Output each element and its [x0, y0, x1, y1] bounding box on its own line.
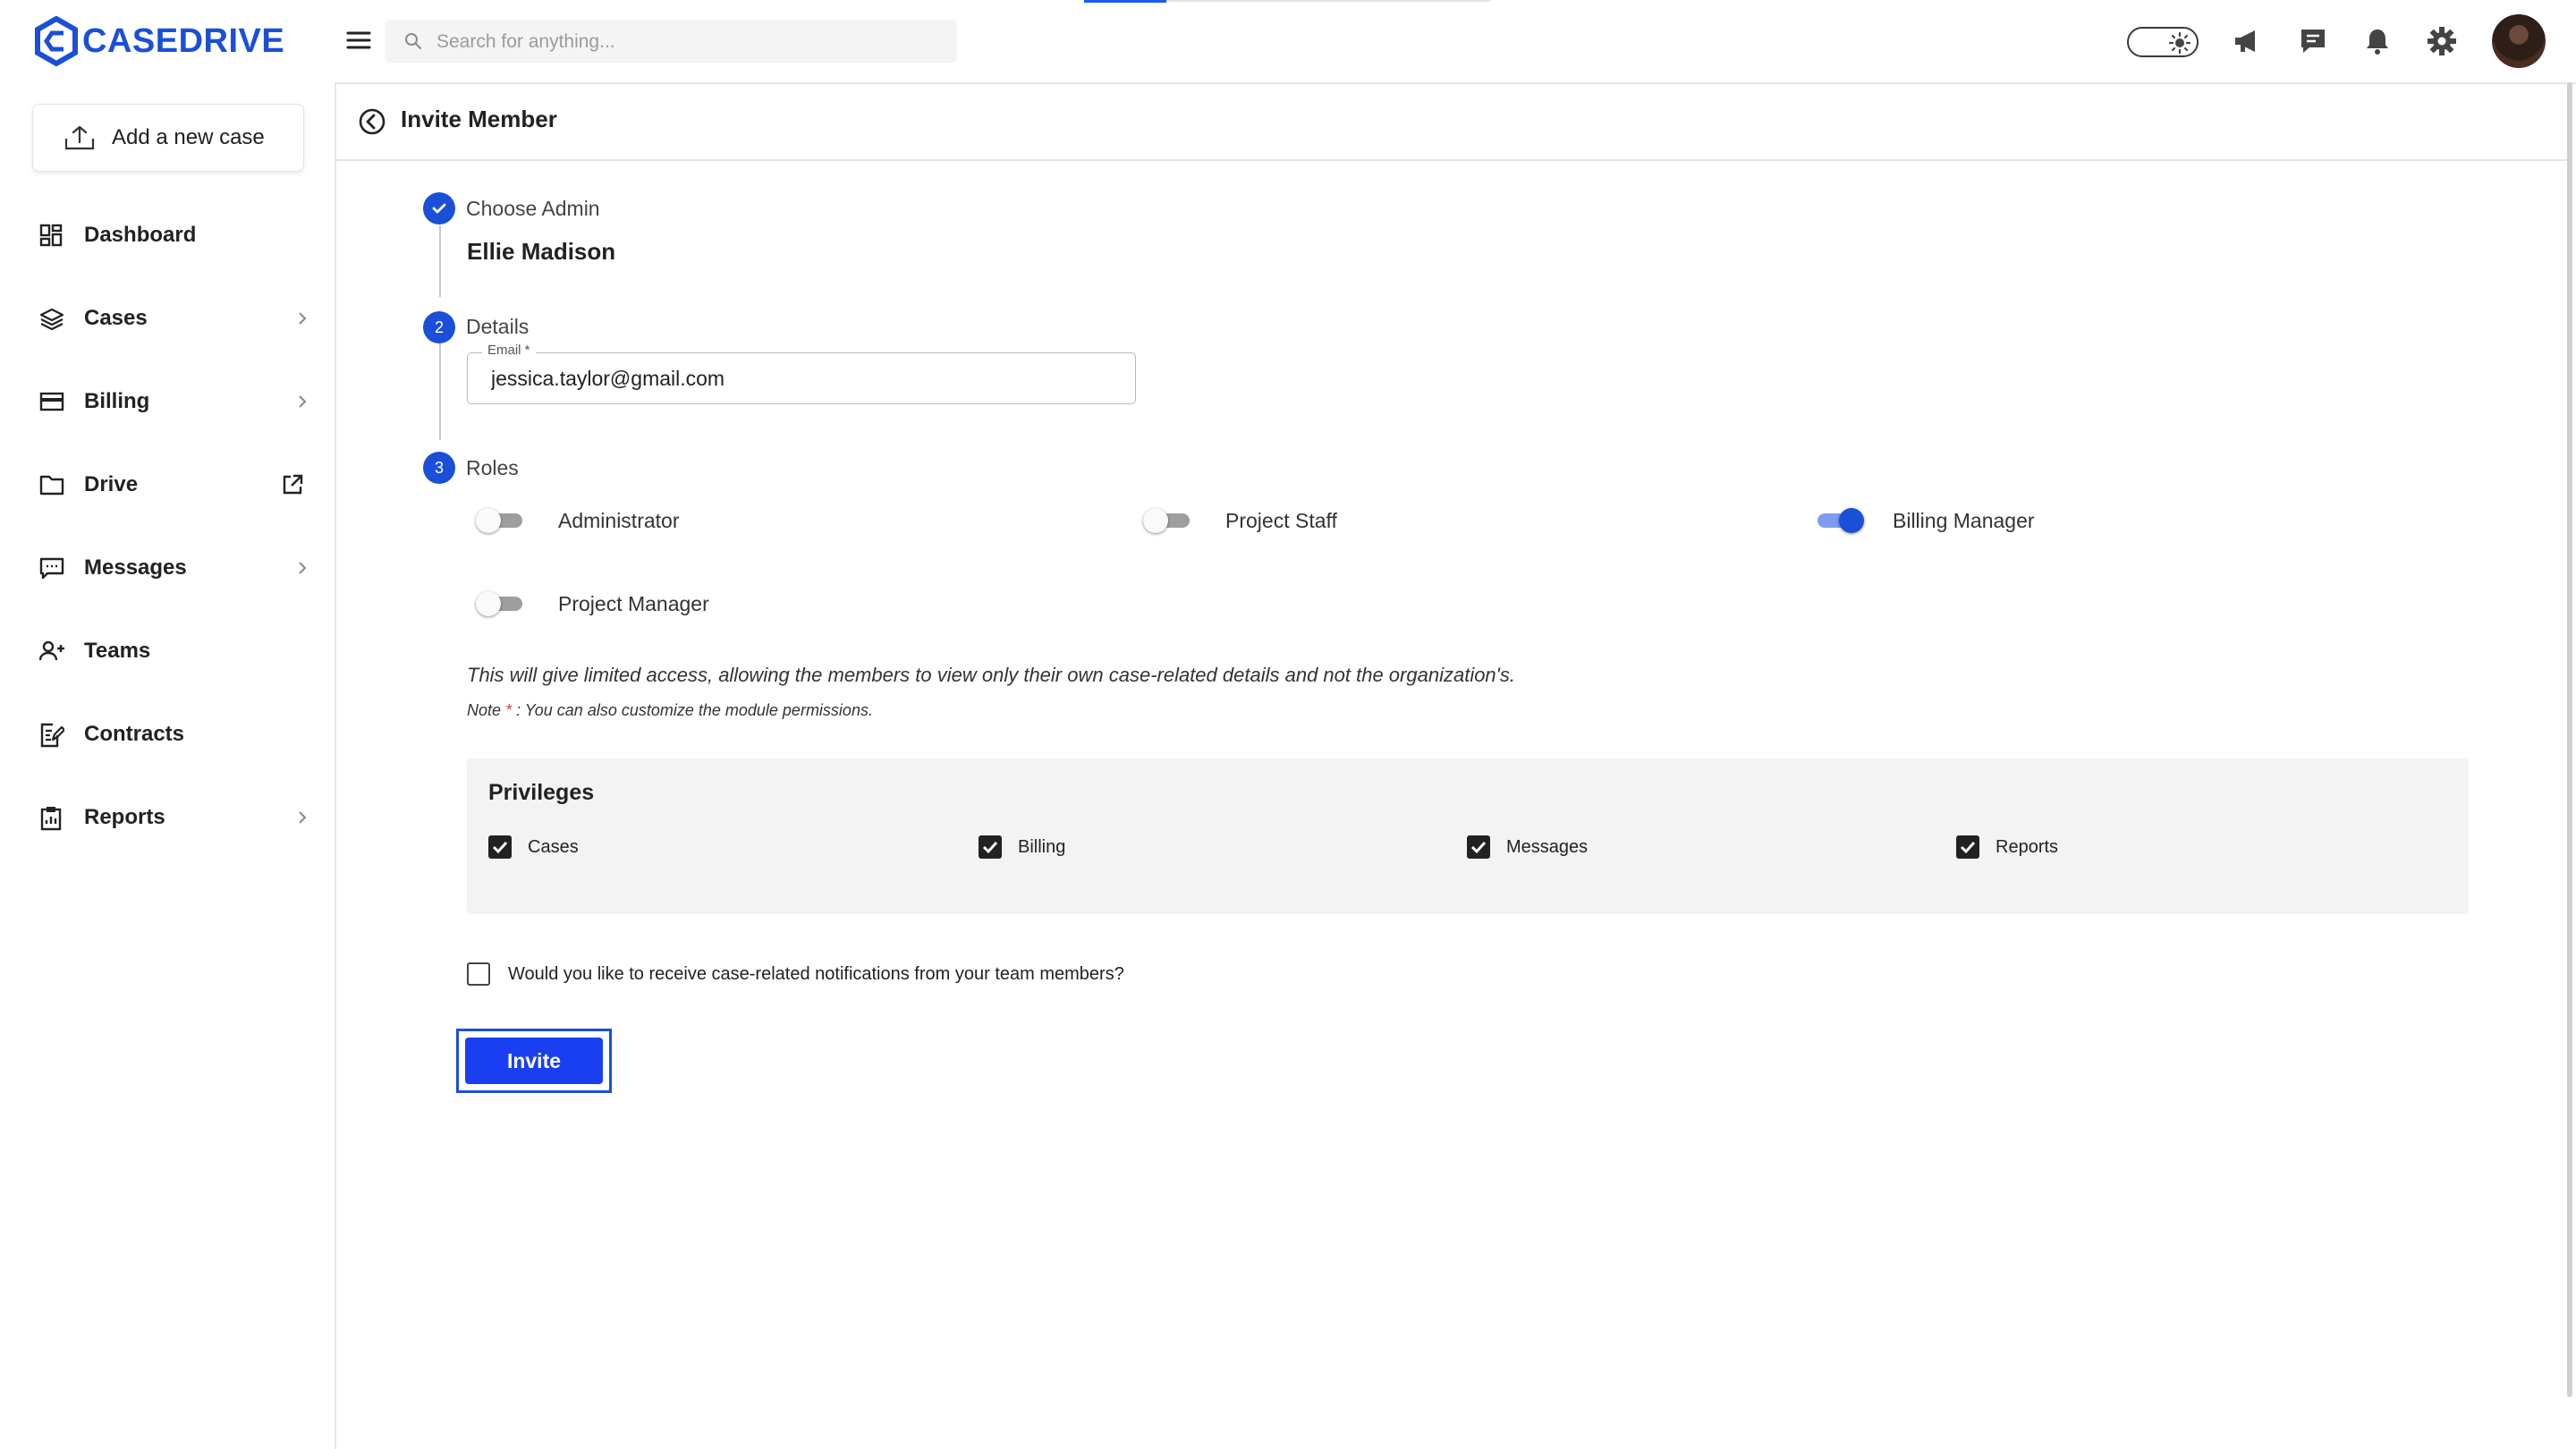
sidebar-item-billing[interactable]: Billing — [0, 370, 335, 433]
privilege-label: Reports — [1996, 836, 2059, 857]
toggle-switch[interactable] — [1143, 503, 1197, 538]
clipboard-icon — [40, 807, 62, 831]
search-icon — [405, 33, 421, 49]
megaphone-icon[interactable] — [2231, 25, 2263, 57]
checkbox-checked[interactable] — [979, 835, 1002, 859]
notification-opt-in[interactable]: Would you like to receive case-related n… — [467, 962, 1124, 986]
step-label-choose-admin: Choose Admin — [466, 197, 600, 220]
credit-card-icon — [39, 392, 64, 411]
step-number-3: 3 — [423, 452, 455, 484]
page-header: Invite Member — [336, 82, 2567, 161]
toggle-switch[interactable] — [1810, 503, 1864, 538]
dashboard-icon — [39, 224, 63, 247]
search-input[interactable] — [435, 20, 939, 64]
sidebar-item-label: Cases — [84, 306, 148, 330]
vertical-scrollbar[interactable] — [2567, 82, 2572, 1397]
step-number-2: 2 — [423, 311, 455, 343]
chevron-right-icon — [299, 312, 307, 325]
sidebar-item-label: Reports — [84, 805, 165, 829]
logo-hexagon-icon — [35, 16, 78, 66]
toggle-switch[interactable] — [476, 503, 530, 538]
sun-icon — [2168, 31, 2191, 55]
add-case-label: Add a new case — [112, 125, 265, 149]
upload-icon — [64, 125, 95, 150]
search-bar — [385, 20, 957, 64]
back-arrow-icon[interactable] — [358, 107, 386, 136]
step-label-details: Details — [466, 315, 530, 338]
sidebar-item-label: Messages — [84, 555, 187, 580]
step-connector — [439, 343, 441, 440]
top-bar: CASEDRIVE — [0, 0, 2576, 84]
sidebar-item-drive[interactable]: Drive — [0, 453, 335, 516]
toggle-switch[interactable] — [476, 586, 530, 622]
privileges-panel: Privileges Cases Billing Messages Report… — [467, 758, 2469, 914]
sidebar-item-label: Teams — [84, 639, 151, 663]
avatar[interactable] — [2492, 14, 2546, 68]
chevron-right-icon — [299, 562, 307, 574]
role-toggle-billing-manager[interactable]: Billing Manager — [1810, 503, 2035, 538]
step-complete-check-icon — [423, 192, 455, 225]
privilege-label: Messages — [1506, 836, 1589, 857]
sidebar: Add a new case Dashboard Cases Billing D… — [0, 82, 336, 1449]
add-new-case-button[interactable]: Add a new case — [32, 104, 304, 172]
loading-indicator — [1084, 0, 1490, 3]
note-required-star: * — [505, 701, 513, 719]
selected-admin-name: Ellie Madison — [467, 238, 616, 265]
chevron-right-icon — [299, 811, 307, 824]
email-field: Email * — [467, 343, 1136, 404]
checkbox-checked[interactable] — [1467, 835, 1490, 859]
privilege-billing[interactable]: Billing — [979, 835, 1065, 859]
brand-name: CASEDRIVE — [82, 21, 285, 60]
note-prefix: Note — [467, 701, 502, 719]
chevron-right-icon — [299, 395, 307, 408]
role-label: Project Staff — [1225, 508, 1337, 532]
sidebar-item-teams[interactable]: Teams — [0, 620, 335, 682]
role-label: Project Manager — [558, 591, 709, 615]
role-toggle-administrator[interactable]: Administrator — [476, 503, 679, 538]
external-link-icon[interactable] — [281, 473, 304, 496]
checkbox-checked[interactable] — [1956, 835, 1979, 859]
note-text: : You can also customize the module perm… — [516, 701, 873, 719]
invite-button[interactable]: Invite — [465, 1038, 603, 1084]
message-icon — [39, 557, 64, 580]
sidebar-item-messages[interactable]: Messages — [0, 537, 335, 599]
sidebar-item-dashboard[interactable]: Dashboard — [0, 204, 335, 267]
theme-toggle[interactable] — [2127, 27, 2199, 57]
privileges-title: Privileges — [488, 780, 595, 805]
folder-icon — [39, 475, 64, 496]
sidebar-item-contracts[interactable]: Contracts — [0, 703, 335, 766]
privilege-messages[interactable]: Messages — [1467, 835, 1588, 859]
privilege-label: Cases — [528, 836, 579, 857]
sidebar-item-label: Drive — [84, 472, 139, 496]
step-label-roles: Roles — [466, 456, 519, 479]
page-title: Invite Member — [401, 106, 557, 132]
layers-icon — [39, 308, 64, 331]
role-label: Administrator — [558, 508, 680, 532]
sidebar-item-label: Dashboard — [84, 223, 197, 247]
contract-icon — [40, 723, 64, 748]
permissions-note: Note * : You can also customize the modu… — [467, 701, 873, 720]
chat-icon[interactable] — [2297, 25, 2329, 57]
role-description: This will give limited access, allowing … — [467, 664, 1515, 686]
privilege-cases[interactable]: Cases — [488, 835, 579, 859]
checkbox-unchecked[interactable] — [467, 962, 490, 986]
team-icon — [39, 640, 64, 661]
gear-icon[interactable] — [2426, 25, 2458, 57]
email-input[interactable] — [489, 353, 1119, 404]
privilege-label: Billing — [1018, 836, 1066, 857]
role-toggle-project-staff[interactable]: Project Staff — [1143, 503, 1337, 538]
bell-icon[interactable] — [2361, 25, 2394, 57]
sidebar-item-label: Billing — [84, 389, 150, 413]
privilege-reports[interactable]: Reports — [1956, 835, 2058, 859]
step-connector — [439, 225, 441, 297]
sidebar-item-reports[interactable]: Reports — [0, 786, 335, 849]
role-label: Billing Manager — [1893, 508, 2035, 532]
notification-question-label: Would you like to receive case-related n… — [508, 963, 1124, 984]
checkbox-checked[interactable] — [488, 835, 512, 859]
role-toggle-project-manager[interactable]: Project Manager — [476, 586, 709, 622]
sidebar-item-cases[interactable]: Cases — [0, 287, 335, 350]
brand-logo[interactable]: CASEDRIVE — [34, 16, 284, 66]
hamburger-menu-icon[interactable] — [345, 27, 372, 54]
sidebar-item-label: Contracts — [84, 722, 185, 746]
